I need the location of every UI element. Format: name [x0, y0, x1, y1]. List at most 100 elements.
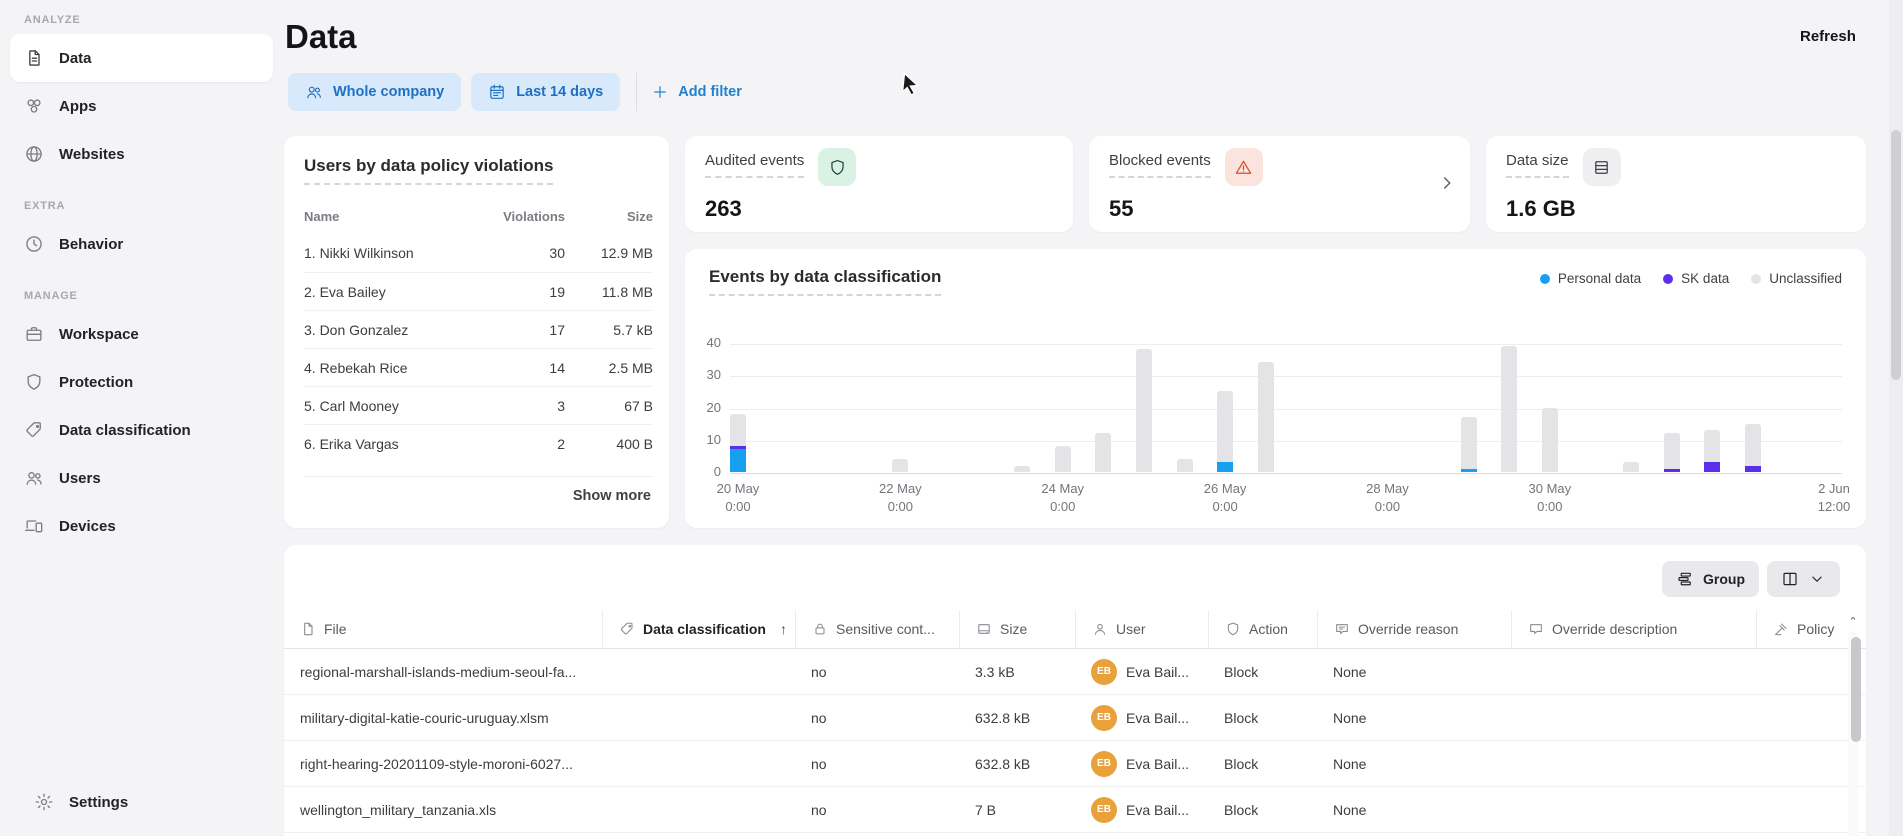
chart-bar[interactable] — [1664, 433, 1680, 472]
group-button[interactable]: Group — [1662, 561, 1759, 597]
bar-segment-sk — [1745, 466, 1761, 472]
person-icon — [1092, 621, 1108, 637]
violations-size: 2.5 MB — [565, 360, 653, 376]
show-more-button[interactable]: Show more — [304, 476, 653, 513]
sidebar-item-data[interactable]: Data — [10, 34, 273, 82]
x-axis-tick: 2 Jun12:00 — [1818, 480, 1851, 516]
chart-bar[interactable] — [1136, 349, 1152, 472]
chart-bar[interactable] — [1095, 433, 1111, 472]
date-range-filter-pill[interactable]: Last 14 days — [471, 73, 620, 111]
bar-segment-unclassified — [1745, 424, 1761, 466]
table-row[interactable]: wellington_military_tanzania.xls no 7 B … — [284, 787, 1866, 833]
audited-events-value: 263 — [705, 196, 1053, 222]
tag-icon — [24, 420, 44, 440]
cell-override-reason: None — [1317, 741, 1511, 786]
cell-classification — [602, 649, 795, 694]
scroll-up-icon[interactable]: ⌃ — [1845, 615, 1861, 631]
sidebar-item-users[interactable]: Users — [10, 454, 273, 502]
column-header-action[interactable]: Action — [1208, 610, 1317, 648]
column-header-size[interactable]: Size — [959, 610, 1075, 648]
scrollbar-thumb[interactable] — [1851, 637, 1861, 742]
table-row[interactable]: regional-marshall-islands-medium-seoul-f… — [284, 649, 1866, 695]
violations-table-body: 1. Nikki Wilkinson 30 12.9 MB 2. Eva Bai… — [304, 234, 653, 462]
filter-bar: Whole company Last 14 days Add filter — [288, 73, 742, 111]
legend-item-unclassified[interactable]: Unclassified — [1751, 271, 1842, 286]
avatar: EB — [1091, 751, 1117, 777]
cell-override-description — [1511, 787, 1756, 832]
sidebar-item-protection[interactable]: Protection — [10, 358, 273, 406]
column-header-override-reason[interactable]: Override reason — [1317, 610, 1511, 648]
bar-segment-unclassified — [1014, 466, 1030, 472]
violations-row[interactable]: 1. Nikki Wilkinson 30 12.9 MB — [304, 234, 653, 272]
page-scrollbar[interactable] — [1889, 0, 1903, 836]
chart-bar[interactable] — [1014, 466, 1030, 472]
y-axis-tick: 0 — [685, 464, 721, 479]
column-header-user[interactable]: User — [1075, 610, 1208, 648]
cell-policy — [1756, 741, 1845, 786]
chart-bar[interactable] — [1542, 408, 1558, 473]
sidebar-item-apps[interactable]: Apps — [10, 82, 273, 130]
chart-bar[interactable] — [1258, 362, 1274, 472]
chart-bar[interactable] — [730, 414, 746, 472]
cell-action: Block — [1208, 741, 1317, 786]
chart-bar[interactable] — [1623, 462, 1639, 472]
legend-item-personal-data[interactable]: Personal data — [1540, 271, 1641, 286]
sort-asc-icon: ↑ — [780, 621, 787, 637]
refresh-button[interactable]: Refresh — [1800, 28, 1856, 45]
bar-segment-unclassified — [1055, 446, 1071, 472]
chart-bar[interactable] — [1461, 417, 1477, 472]
add-filter-button[interactable]: Add filter — [651, 83, 742, 101]
column-header-file[interactable]: File — [284, 610, 602, 648]
cell-override-description — [1511, 741, 1756, 786]
column-header-sensitive-cont[interactable]: Sensitive cont... — [795, 610, 959, 648]
table-scrollbar[interactable]: ⌃ — [1845, 615, 1861, 836]
gridline — [730, 344, 1842, 345]
table-row[interactable]: military-digital-katie-couric-uruguay.xl… — [284, 695, 1866, 741]
page-scrollbar-thumb[interactable] — [1891, 130, 1901, 380]
sidebar-item-behavior[interactable]: Behavior — [10, 220, 273, 268]
events-table-header: File Data classification ↑ Sensitive con… — [284, 610, 1866, 649]
sidebar-item-devices[interactable]: Devices — [10, 502, 273, 550]
chevron-right-icon[interactable] — [1436, 172, 1458, 199]
chart-bar[interactable] — [1217, 391, 1233, 472]
chart-bar[interactable] — [1704, 430, 1720, 472]
violations-user-name: 1. Nikki Wilkinson — [304, 245, 485, 261]
sidebar-item-websites[interactable]: Websites — [10, 130, 273, 178]
chart-bar[interactable] — [1177, 459, 1193, 472]
users-icon — [24, 468, 44, 488]
chart-bar[interactable] — [1055, 446, 1071, 472]
scope-filter-pill[interactable]: Whole company — [288, 73, 461, 111]
sidebar-item-data-classification[interactable]: Data classification — [10, 406, 273, 454]
cell-override-description — [1511, 649, 1756, 694]
cell-user: EB Eva Bail... — [1075, 695, 1208, 740]
violations-row[interactable]: 4. Rebekah Rice 14 2.5 MB — [304, 348, 653, 386]
legend-dot — [1663, 274, 1673, 284]
lock-icon — [812, 621, 828, 637]
columns-button[interactable] — [1767, 561, 1840, 597]
table-toolbar: Group — [284, 561, 1866, 610]
chart-bar[interactable] — [892, 459, 908, 472]
violations-size: 400 B — [565, 436, 653, 452]
chart-bar[interactable] — [1745, 424, 1761, 472]
chart-bar[interactable] — [1501, 346, 1517, 472]
violations-row[interactable]: 5. Carl Mooney 3 67 B — [304, 386, 653, 424]
cell-classification — [602, 741, 795, 786]
blocked-events-card[interactable]: Blocked events 55 — [1089, 136, 1470, 232]
violations-user-name: 5. Carl Mooney — [304, 398, 485, 414]
gavel-icon — [1773, 621, 1789, 637]
column-header-override-description[interactable]: Override description — [1511, 610, 1756, 648]
data-size-card[interactable]: Data size 1.6 GB — [1486, 136, 1866, 232]
gear-icon — [34, 792, 54, 812]
cell-action: Block — [1208, 787, 1317, 832]
column-header-data-classification[interactable]: Data classification ↑ — [602, 610, 795, 648]
sidebar-item-workspace[interactable]: Workspace — [10, 310, 273, 358]
sidebar-item-settings[interactable]: Settings — [20, 778, 263, 826]
violations-row[interactable]: 2. Eva Bailey 19 11.8 MB — [304, 272, 653, 310]
violations-row[interactable]: 3. Don Gonzalez 17 5.7 kB — [304, 310, 653, 348]
violations-row[interactable]: 6. Erika Vargas 2 400 B — [304, 424, 653, 462]
sidebar-item-label: Websites — [59, 146, 125, 163]
table-row[interactable]: right-hearing-20201109-style-moroni-6027… — [284, 741, 1866, 787]
legend-item-sk-data[interactable]: SK data — [1663, 271, 1729, 286]
column-header-policy[interactable]: Policy — [1756, 610, 1845, 648]
audited-events-card[interactable]: Audited events 263 — [685, 136, 1073, 232]
